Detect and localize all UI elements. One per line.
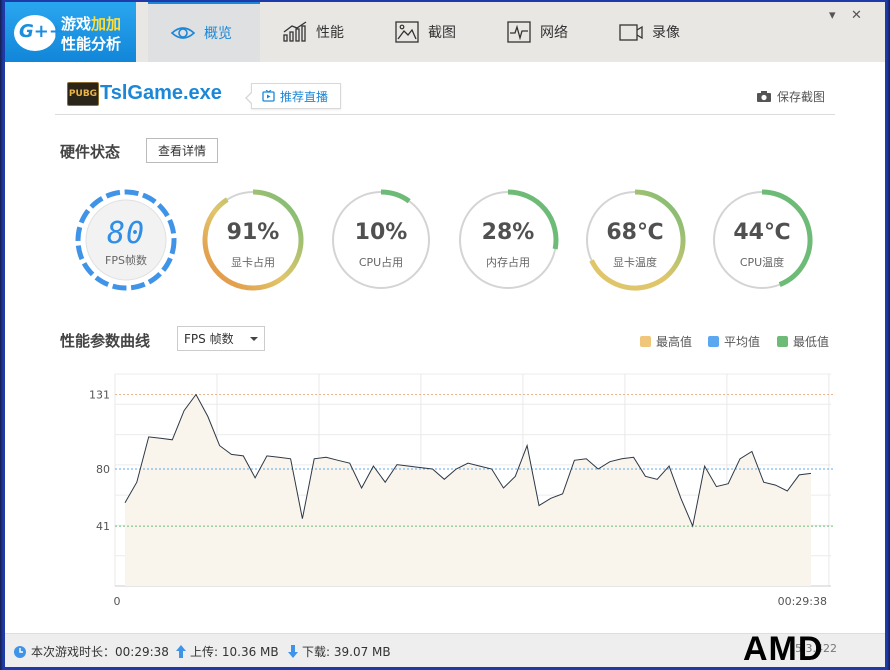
tv-icon [262, 90, 275, 102]
save-screenshot-button[interactable]: 保存截图 [756, 88, 825, 105]
legend-swatch-avg [708, 336, 719, 347]
image-icon [395, 21, 419, 43]
video-icon [619, 24, 643, 41]
metric-select-value: FPS 帧数 [184, 332, 234, 346]
y-tick-label: 41 [96, 520, 110, 533]
gpu-usage-label: 显卡占用 [231, 256, 275, 269]
tab-label: 性能 [316, 25, 344, 41]
legend-label: 最高值 [656, 335, 693, 349]
download-stat: 下载: 39.07 MB [288, 643, 391, 660]
cpu-temp-gauge: 44℃ CPU温度 [710, 188, 814, 292]
tab-network[interactable]: 网络 [484, 2, 596, 62]
logo-line2: 性能分析 [61, 35, 122, 53]
tab-overview[interactable]: 概览 [148, 2, 260, 62]
logo-badge-text: G++ [19, 21, 64, 42]
close-button[interactable]: ✕ [851, 8, 862, 23]
curve-section-title: 性能参数曲线 [60, 332, 151, 350]
y-tick-label: 80 [96, 463, 110, 476]
menu-dropdown-button[interactable]: ▾ [829, 8, 836, 23]
legend-swatch-min [777, 336, 788, 347]
upload-stat: 上传: 10.36 MB [176, 643, 279, 660]
clock-icon [14, 645, 26, 658]
cpu-usage-gauge: 10% CPU占用 [329, 188, 433, 292]
logo-line1-a: 游戏 [61, 15, 92, 33]
legend-min: 最低值 [777, 333, 829, 350]
y-tick-label: 131 [89, 389, 110, 402]
tab-performance[interactable]: 性能 [260, 2, 372, 62]
tab-label: 截图 [428, 25, 456, 41]
pulse-icon [507, 21, 531, 43]
arrow-up-icon [176, 645, 186, 658]
logo-line1: 游戏加加 [61, 13, 121, 34]
x-end-label: 00:29:38 [778, 595, 827, 608]
x-start-label: 0 [114, 595, 121, 608]
tab-label: 概览 [204, 26, 232, 42]
arrow-down-icon [288, 645, 298, 658]
legend-swatch-max [640, 336, 651, 347]
tab-screenshots[interactable]: 截图 [372, 2, 484, 62]
gpu-temp-gauge: 68℃ 显卡温度 [583, 188, 687, 292]
gpu-usage-value: 91% [226, 220, 280, 245]
legend-label: 平均值 [724, 335, 761, 349]
camera-icon [757, 91, 771, 102]
tab-recording[interactable]: 录像 [596, 2, 708, 62]
memory-usage-value: 28% [481, 220, 535, 245]
tab-label: 录像 [652, 25, 680, 41]
game-title: TslGame.exe [100, 82, 222, 104]
fps-curve-chart: 131 80 41 0 00:29:38 [89, 373, 835, 608]
upload-text: 上传: 10.36 MB [190, 645, 279, 659]
save-shot-label: 保存截图 [777, 90, 826, 104]
cpu-usage-value: 10% [354, 220, 408, 245]
app-logo: G++ 游戏加加 性能分析 [5, 2, 136, 62]
logo-badge: G++ [14, 15, 64, 51]
fps-value: 80 [106, 216, 146, 251]
memory-usage-gauge: 28% 内存占用 [456, 188, 560, 292]
fps-label: FPS帧数 [105, 254, 147, 267]
amd-logo: AMD [743, 630, 824, 667]
header-bar: G++ 游戏加加 性能分析 概览 性能 截图 网络 录像 ▾ ✕ [5, 2, 885, 62]
gpu-temp-label: 显卡温度 [613, 256, 657, 269]
chevron-down-icon [250, 337, 258, 345]
gpu-temp-value: 68℃ [606, 220, 664, 245]
play-duration: 本次游戏时长：00:29:38 [13, 643, 169, 660]
app-window: G++ 游戏加加 性能分析 概览 性能 截图 网络 录像 ▾ ✕ PUBG Ts… [5, 2, 885, 667]
fps-area [125, 394, 811, 586]
view-details-button[interactable]: 查看详情 [146, 138, 218, 163]
cpu-usage-label: CPU占用 [358, 256, 404, 269]
gauge-arc [380, 189, 411, 204]
cpu-temp-value: 44℃ [733, 220, 791, 245]
tab-label: 网络 [540, 25, 568, 41]
legend-label: 最低值 [793, 335, 830, 349]
legend-avg: 平均值 [708, 333, 760, 350]
live-label: 推荐直播 [280, 89, 329, 104]
hardware-section-title: 硬件状态 [60, 143, 121, 161]
metric-select[interactable]: FPS 帧数 [177, 326, 265, 351]
main-tabs: 概览 性能 截图 网络 录像 [148, 2, 708, 62]
recommend-live-button[interactable]: 推荐直播 [245, 83, 341, 109]
pubg-logo: PUBG [67, 82, 99, 106]
play-duration-text: 本次游戏时长：00:29:38 [31, 645, 169, 659]
memory-usage-label: 内存占用 [486, 256, 530, 269]
bar-chart-icon [283, 21, 307, 42]
fps-gauge: 80 FPS帧数 [74, 188, 178, 292]
legend-max: 最高值 [640, 333, 692, 350]
divider [55, 114, 835, 115]
gpu-usage-gauge: 91% 显卡占用 [201, 188, 305, 292]
logo-line1-b: 加加 [91, 15, 122, 33]
cpu-temp-label: CPU温度 [739, 256, 785, 269]
eye-icon [170, 27, 196, 39]
download-text: 下载: 39.07 MB [302, 645, 391, 659]
